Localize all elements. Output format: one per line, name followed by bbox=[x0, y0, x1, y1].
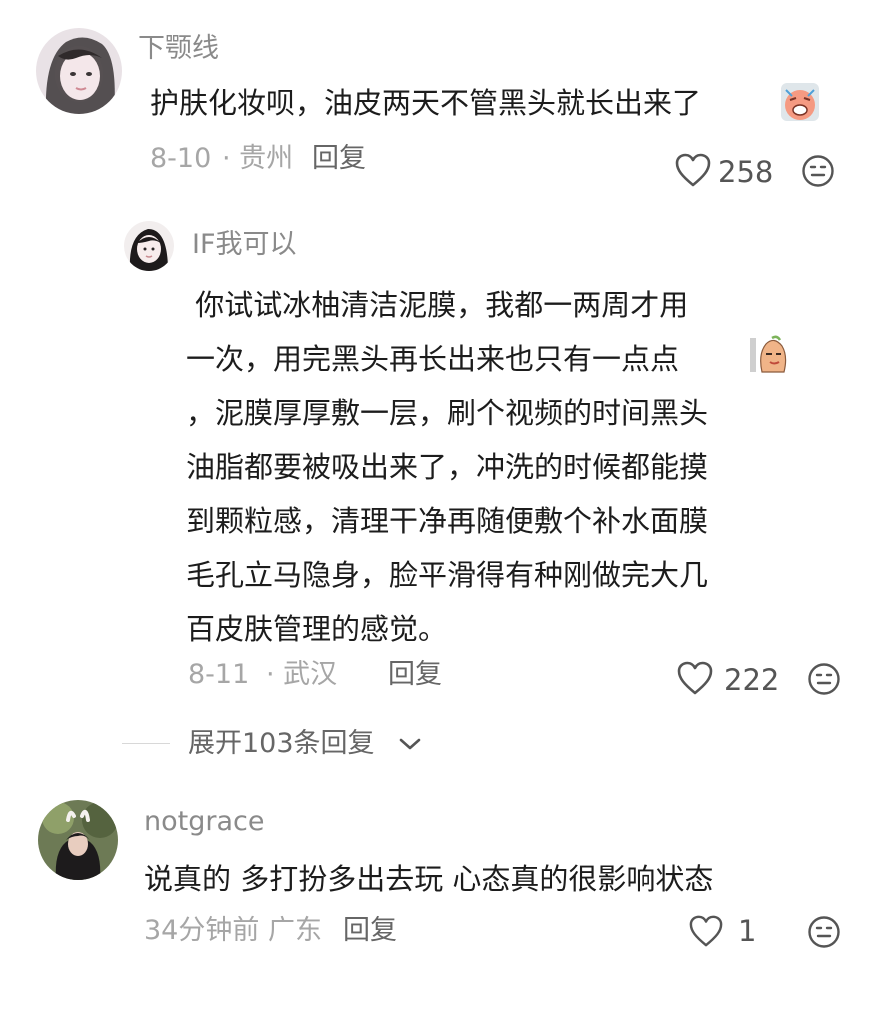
comment-location: · 贵州 bbox=[222, 143, 294, 174]
comment-text: 护肤化妆呗，油皮两天不管黑头就长出来了 bbox=[150, 76, 701, 130]
reply-text-line: ，泥膜厚厚敷一层，刷个视频的时间黑头 bbox=[186, 396, 709, 430]
avatar[interactable] bbox=[38, 800, 118, 880]
reply-text-line-content: 一次，用完黑头再长出来也只有一点点 bbox=[186, 342, 680, 376]
neutral-face-icon[interactable] bbox=[801, 154, 835, 188]
like-count: 258 bbox=[718, 155, 774, 189]
comment-date-location: 34分钟前 广东 bbox=[144, 915, 322, 946]
comment-username[interactable]: 下颚线 bbox=[138, 32, 219, 66]
reply-text-line: 到颗粒感，清理干净再随便敷个补水面膜 bbox=[186, 504, 709, 538]
heart-outline-icon[interactable] bbox=[674, 152, 712, 188]
crying-emoji-icon bbox=[780, 82, 820, 122]
heart-outline-icon[interactable] bbox=[688, 914, 724, 948]
avatar[interactable] bbox=[36, 28, 122, 114]
sly-face-emoji-icon bbox=[750, 334, 790, 374]
like-count: 1 bbox=[738, 914, 757, 948]
reply-avatar[interactable] bbox=[124, 221, 174, 271]
expand-divider bbox=[122, 743, 170, 744]
comment-text-content: 护肤化妆呗，油皮两天不管黑头就长出来了 bbox=[150, 86, 702, 120]
reply-button[interactable]: 回复 bbox=[312, 142, 366, 176]
reply-text-line: 一次，用完黑头再长出来也只有一点点 bbox=[186, 332, 708, 386]
reply-reply-button[interactable]: 回复 bbox=[388, 658, 442, 692]
expand-replies-button[interactable]: 展开103条回复 bbox=[188, 727, 375, 761]
comment-text: 说真的 多打扮多出去玩 心态真的很影响状态 bbox=[144, 862, 714, 896]
comment-username[interactable]: notgrace bbox=[144, 805, 264, 839]
neutral-face-icon[interactable] bbox=[807, 915, 841, 949]
reply-text-line: 百皮肤管理的感觉。 bbox=[186, 612, 448, 646]
reply-text-line: 你试试冰柚清洁泥膜，我都一两周才用 bbox=[186, 288, 689, 322]
heart-outline-icon[interactable] bbox=[676, 660, 714, 696]
chevron-down-icon[interactable] bbox=[398, 734, 422, 754]
reply-username[interactable]: IF我可以 bbox=[192, 228, 297, 262]
reply-date: 8-11 bbox=[188, 659, 250, 690]
reply-location: · 武汉 bbox=[266, 659, 338, 690]
reply-text-line: 油脂都要被吸出来了，冲洗的时候都能摸 bbox=[186, 450, 709, 484]
expand-replies-label: 展开103条回复 bbox=[188, 728, 375, 759]
comment-date: 8-10 bbox=[150, 143, 212, 174]
like-count: 222 bbox=[724, 663, 780, 697]
neutral-face-icon[interactable] bbox=[807, 662, 841, 696]
reply-button[interactable]: 回复 bbox=[343, 914, 397, 948]
reply-text-line: 毛孔立马隐身，脸平滑得有种刚做完大几 bbox=[186, 558, 709, 592]
reply-text: 你试试冰柚清洁泥膜，我都一两周才用 一次，用完黑头再长出来也只有一点点 ，泥膜厚… bbox=[186, 278, 708, 656]
